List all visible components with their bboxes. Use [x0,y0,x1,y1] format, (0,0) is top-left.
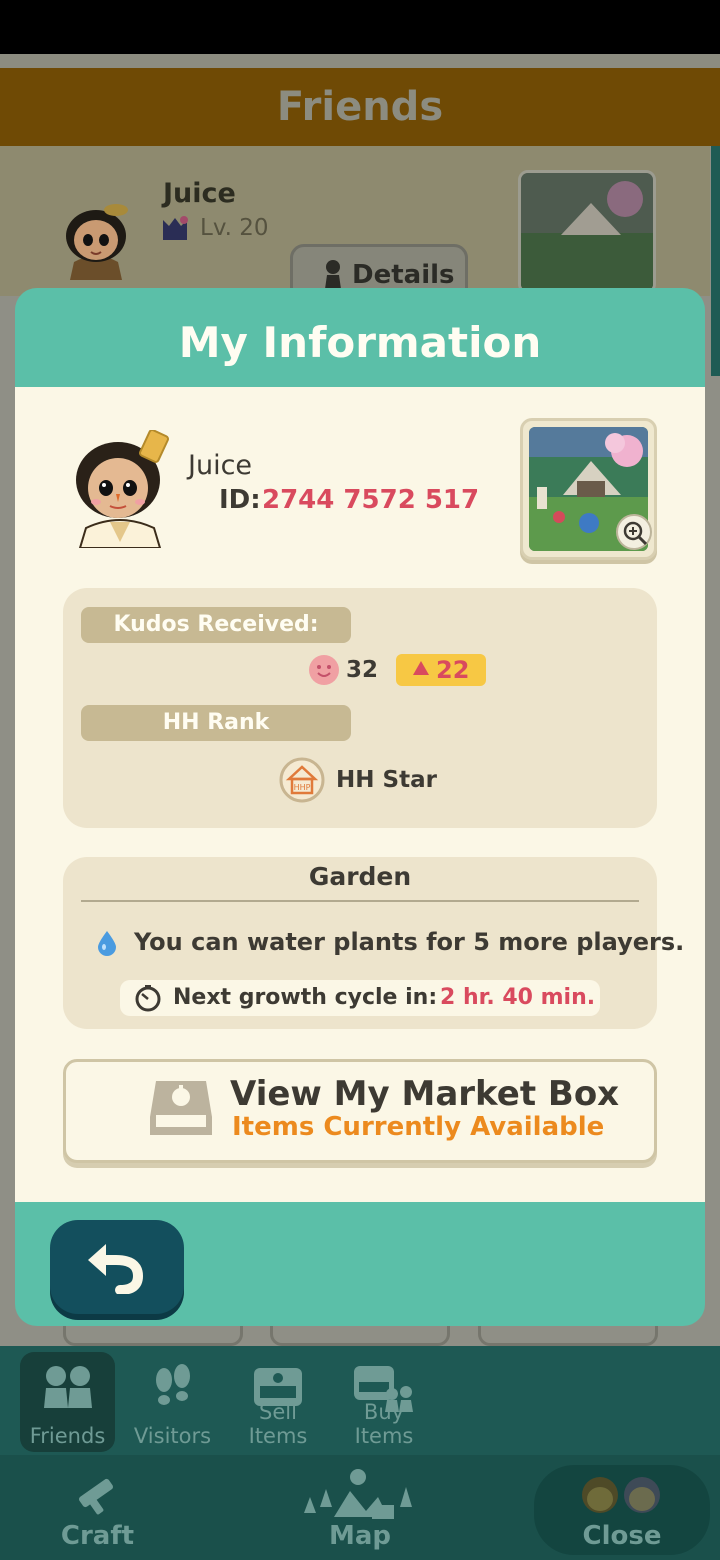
friend-campsite-thumbnail[interactable] [518,170,656,294]
hh-rank-label: HH Rank [81,705,351,741]
player-avatar [76,430,169,548]
tab-visitors[interactable]: Visitors [130,1352,215,1452]
person-icon [325,260,341,289]
tab-label: Sell Items [248,1400,308,1448]
craft-hammer-icon [78,1478,114,1515]
footprints-icon [156,1364,190,1405]
details-label: Details [352,260,455,290]
friend-level: Lv. 20 [200,215,269,241]
garden-divider [81,900,639,902]
water-plants-text: You can water plants for 5 more players. [134,928,685,956]
friend-avatar [66,204,128,280]
kudos-count: 32 [346,657,379,683]
nav-label: Craft [60,1521,135,1551]
kudos-label: Kudos Received: [81,607,351,643]
cat-badge-icon [163,216,188,240]
friends-icon [44,1366,92,1408]
nav-close[interactable]: Close [534,1465,710,1555]
friends-title: Friends [276,84,444,130]
hh-rank-value: HH Star [336,767,437,793]
growth-cycle-value: 2 hr. 40 min. [440,985,596,1010]
tab-buy-items[interactable]: Buy Items [334,1352,434,1452]
back-arrow-icon [88,1244,144,1294]
kudos-smile-icon [309,655,339,685]
tab-sell-items[interactable]: Sell Items [228,1352,328,1452]
market-box-icon [150,1081,212,1135]
hh-icon-text: HHP [294,783,311,792]
player-name: Juice [188,450,253,481]
kudos-badge-value: 22 [436,656,470,684]
water-drop-icon [98,931,116,956]
tab-label: Buy Items [354,1400,414,1448]
growth-cycle-label: Next growth cycle in: [173,985,438,1010]
player-id-value: 2744 7572 517 [262,485,480,515]
nav-label: Close [582,1521,662,1551]
market-box-subtitle: Items Currently Available [232,1112,605,1142]
nav-map[interactable]: Map [290,1465,430,1555]
zoom-in-icon [623,521,648,546]
tab-label: Friends [29,1424,106,1448]
up-arrow-icon [413,661,429,675]
modal-title: My Information [178,318,542,367]
friend-name: Juice [163,178,236,209]
hh-rank-house-icon: HHP [279,757,325,803]
zoom-button[interactable] [616,514,652,550]
tab-label: Visitors [133,1424,212,1448]
close-villagers-icon [582,1477,660,1513]
status-bar [0,0,720,54]
tab-friends[interactable]: Friends [20,1352,115,1452]
map-icon [304,1469,412,1519]
nav-label: Map [328,1521,392,1551]
clock-icon [135,985,161,1012]
garden-title: Garden [308,862,412,891]
background-top-strip [0,54,720,68]
market-box-title: View My Market Box [230,1074,620,1114]
player-id-label: ID: [219,485,261,515]
nav-craft[interactable]: Craft [40,1465,155,1555]
